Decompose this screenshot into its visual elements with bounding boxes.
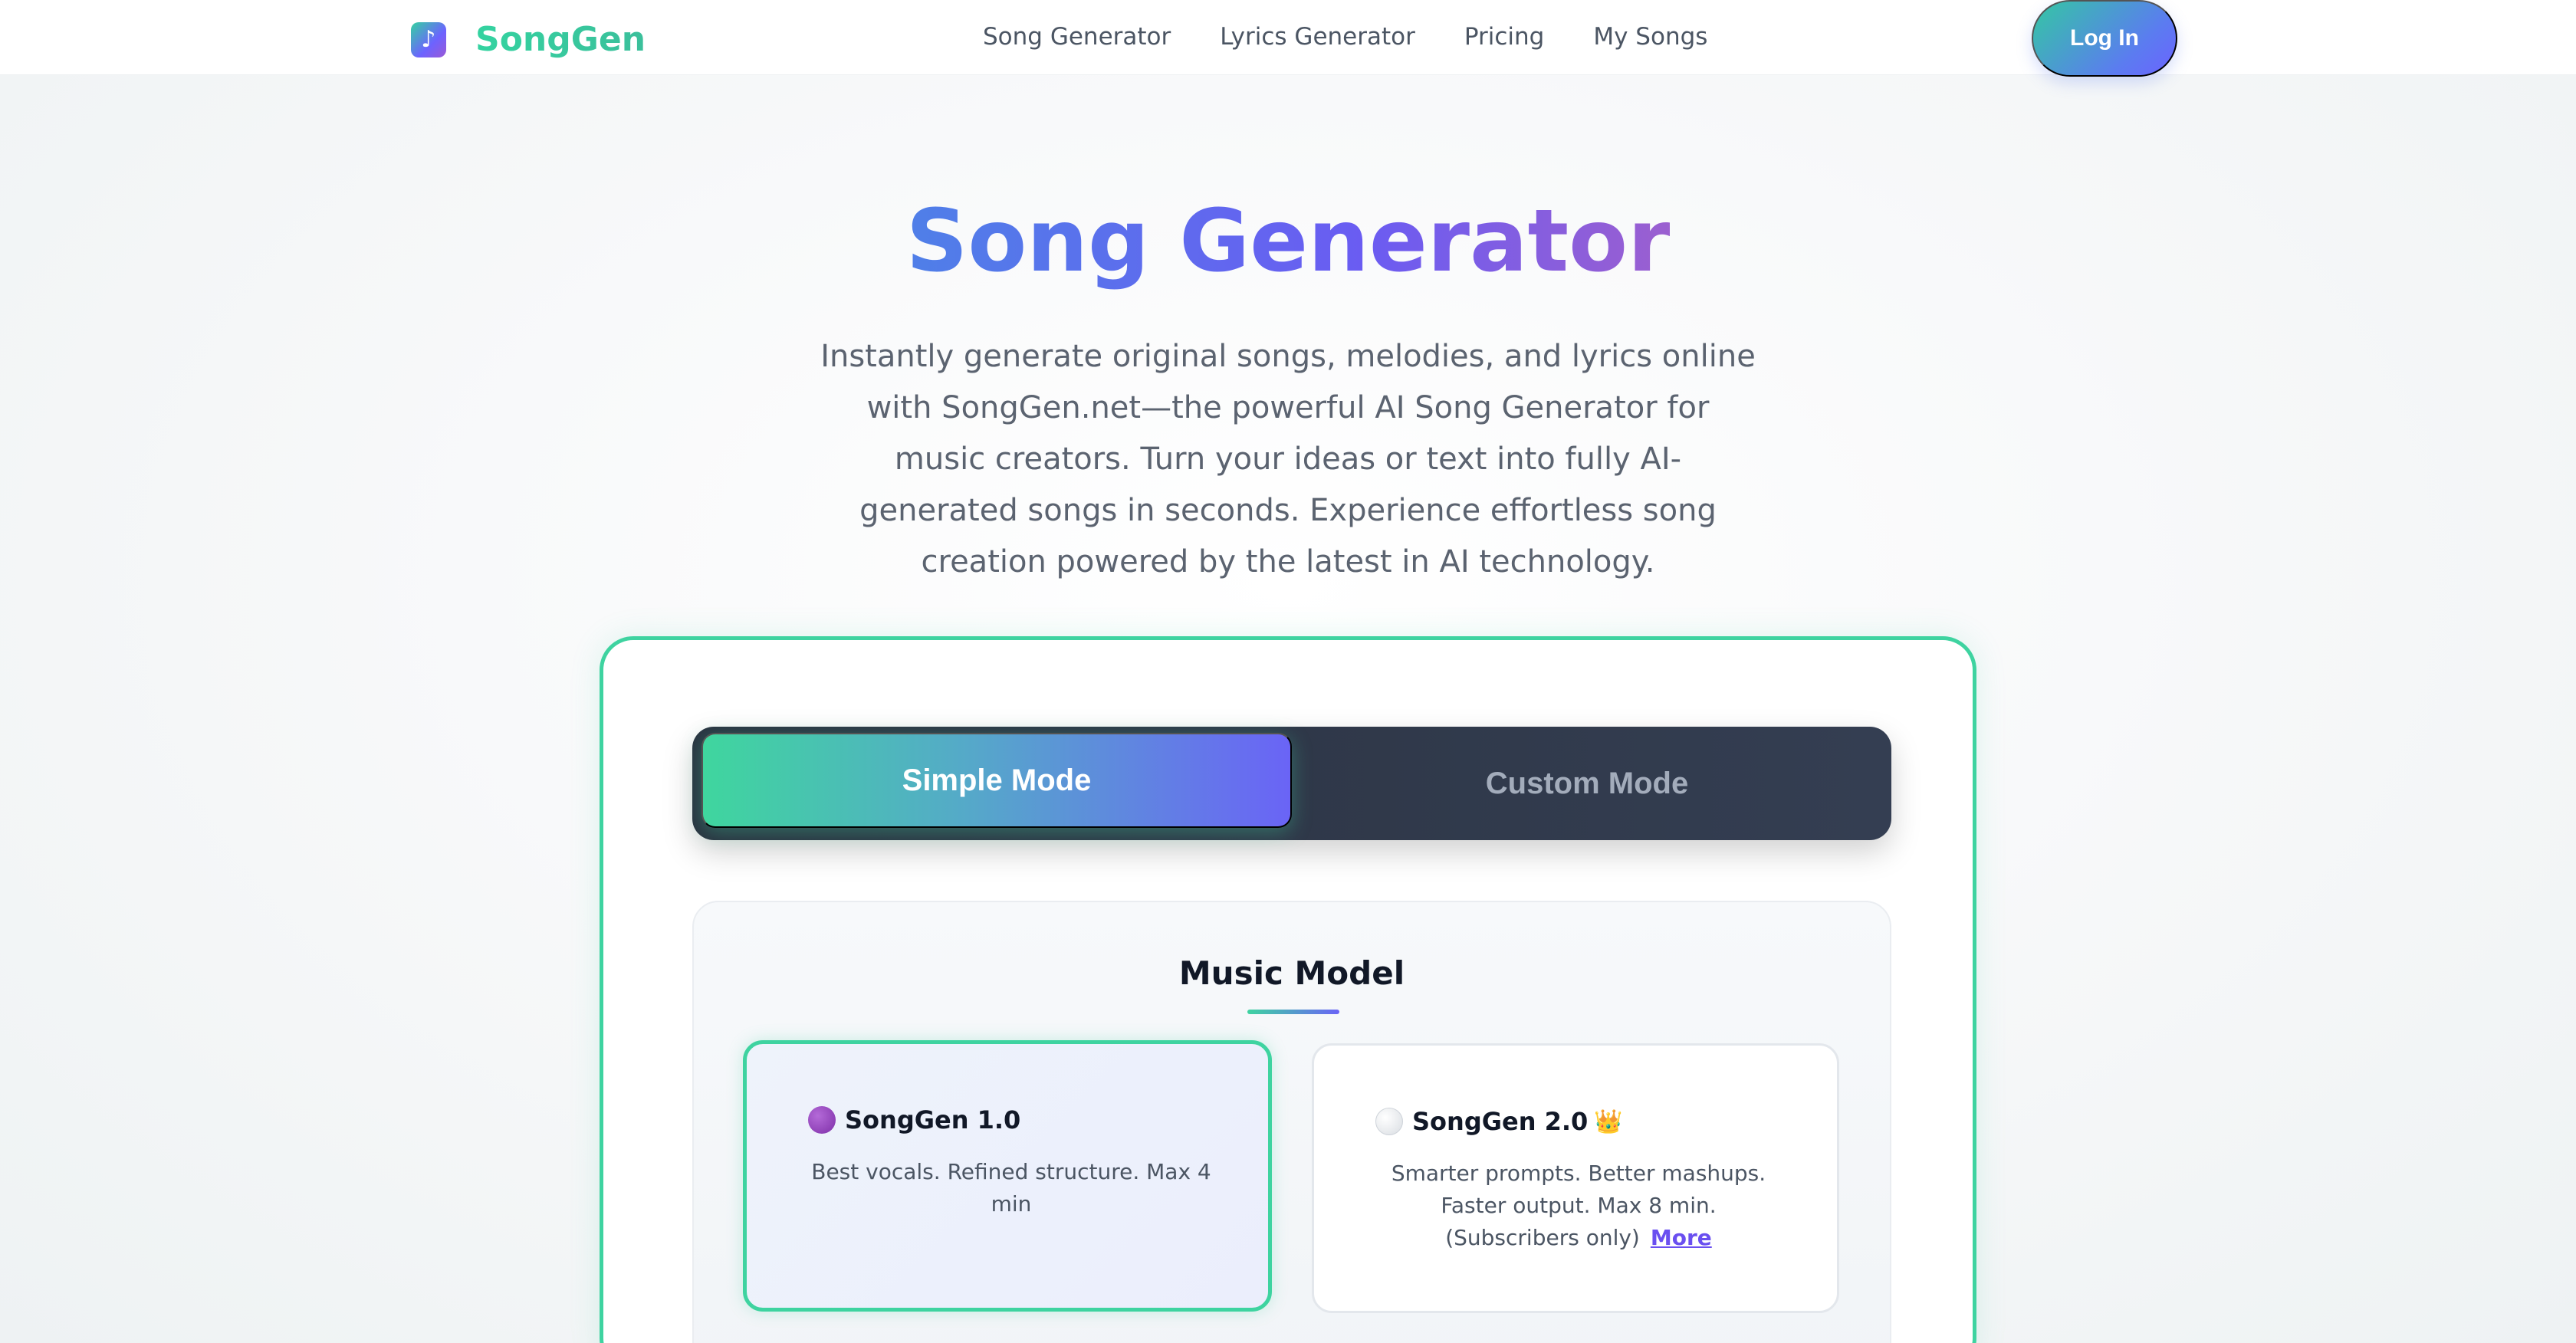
model-option-songgen-1[interactable]: SongGen 1.0 Best vocals. Refined structu… bbox=[743, 1040, 1272, 1312]
top-navbar: ♪ SongGen Song Generator Lyrics Generato… bbox=[0, 0, 2576, 77]
page-title-text: Song Generator bbox=[905, 192, 1671, 291]
simple-mode-tab[interactable]: Simple Mode bbox=[702, 733, 1292, 828]
white-circle-icon bbox=[1375, 1108, 1403, 1135]
model-option-songgen-2[interactable]: SongGen 2.0 👑 Smarter prompts. Better ma… bbox=[1312, 1043, 1839, 1313]
model-name-row: SongGen 1.0 bbox=[808, 1105, 1020, 1134]
nav-link-pricing[interactable]: Pricing bbox=[1464, 20, 1545, 54]
mode-toggle: Simple Mode Custom Mode bbox=[692, 727, 1891, 840]
page-title: Song Generator bbox=[0, 184, 2576, 299]
model-name: SongGen 2.0 bbox=[1412, 1107, 1589, 1136]
heading-underline bbox=[1247, 1010, 1339, 1014]
brand-name: SongGen bbox=[475, 20, 646, 59]
purple-circle-icon bbox=[808, 1106, 836, 1134]
music-model-heading: Music Model bbox=[1178, 954, 1405, 992]
brand-logo[interactable]: ♪ SongGen bbox=[411, 20, 646, 59]
model-description: Best vocals. Refined structure. Max 4 mi… bbox=[811, 1159, 1211, 1217]
crown-icon: 👑 bbox=[1594, 1108, 1623, 1135]
login-button[interactable]: Log In bbox=[2032, 0, 2177, 77]
nav-link-song-generator[interactable]: Song Generator bbox=[983, 20, 1171, 54]
custom-mode-tab[interactable]: Custom Mode bbox=[1292, 733, 1882, 834]
model-name: SongGen 1.0 bbox=[845, 1105, 1021, 1134]
nav-link-lyrics-generator[interactable]: Lyrics Generator bbox=[1220, 20, 1415, 54]
music-model-panel: Music Model SongGen 1.0 Best vocals. Ref… bbox=[692, 901, 1891, 1343]
model-name-row: SongGen 2.0 👑 bbox=[1375, 1107, 1623, 1136]
nav-link-my-songs[interactable]: My Songs bbox=[1593, 20, 1707, 54]
model-description: Smarter prompts. Better mashups. Faster … bbox=[1375, 1157, 1782, 1254]
generator-card: Simple Mode Custom Mode Music Model Song… bbox=[600, 636, 1976, 1343]
music-note-icon: ♪ bbox=[411, 21, 446, 57]
more-link[interactable]: More bbox=[1651, 1225, 1712, 1250]
nav-links: Song Generator Lyrics Generator Pricing … bbox=[983, 20, 1756, 54]
page-description: Instantly generate original songs, melod… bbox=[820, 339, 1756, 580]
